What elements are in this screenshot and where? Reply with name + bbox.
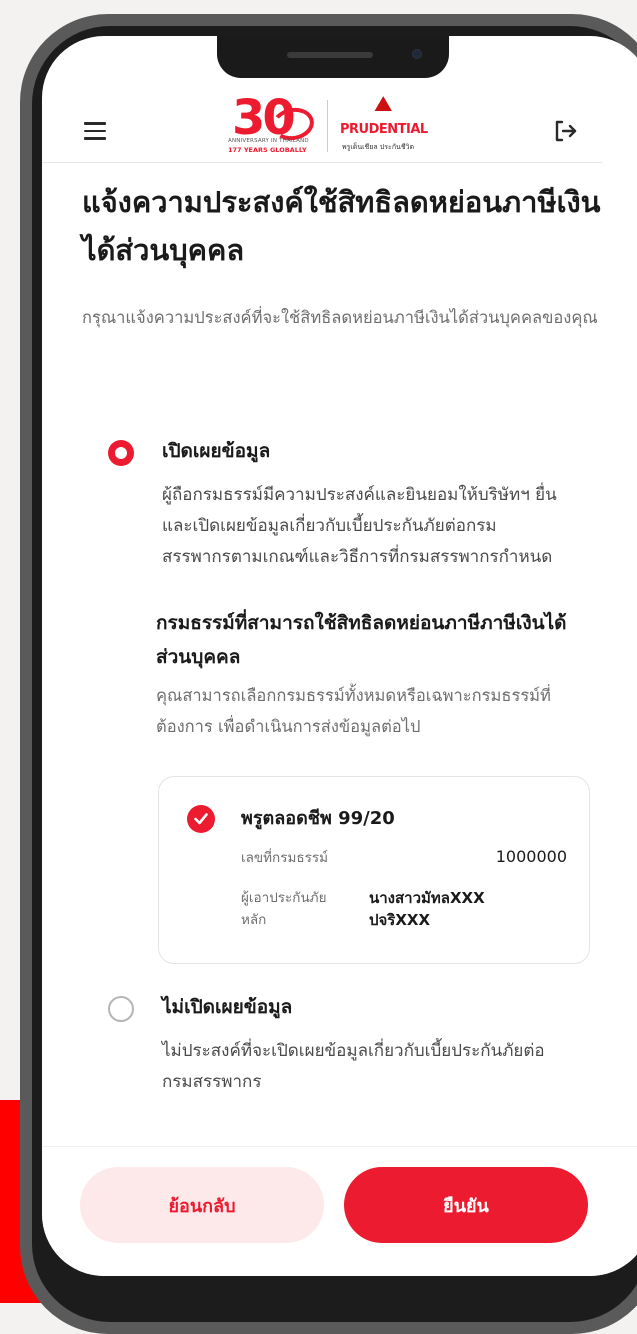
back-button[interactable]: ย้อนกลับ xyxy=(80,1167,324,1243)
page-heading: แจ้งความประสงค์ใช้สิทธิลดหย่อนภาษีเงินได… xyxy=(82,178,602,333)
hamburger-menu-icon[interactable] xyxy=(84,122,106,140)
page-subtitle: กรุณาแจ้งความประสงค์ที่จะใช้สิทธิลดหย่อน… xyxy=(82,308,598,327)
phone-screen: 30 ANNIVERSARY IN THAILAND 177 YEARS GLO… xyxy=(42,36,637,1276)
radio-not-disclose[interactable] xyxy=(108,996,134,1022)
option-disclose-description: ผู้ถือกรมธรรม์มีความประสงค์และยินยอมให้บ… xyxy=(162,485,557,567)
policy-number-label: เลขที่กรมธรรม์ xyxy=(241,850,328,866)
insured-label: ผู้เอาประกันภัยหลัก xyxy=(241,890,327,928)
checkbox-checked-icon[interactable] xyxy=(187,805,215,833)
policy-number-value: 1000000 xyxy=(495,847,567,866)
policy-name: พรูตลอดชีพ 99/20 xyxy=(241,808,395,829)
radio-disclose[interactable] xyxy=(108,440,134,466)
option-not-disclose-description: ไม่ประสงค์ที่จะเปิดเผยข้อมูลเกี่ยวกับเบี… xyxy=(162,1041,545,1092)
front-camera xyxy=(413,50,421,58)
logout-icon[interactable] xyxy=(552,118,578,144)
insured-value: นางสาวมัทลXXX ปจริXXX xyxy=(369,889,485,929)
footer-action-bar: ย้อนกลับ ยืนยัน xyxy=(42,1146,637,1276)
speaker-grille xyxy=(287,52,373,58)
option-not-disclose-label[interactable]: ไม่เปิดเผยข้อมูล xyxy=(162,992,292,1022)
page-title: แจ้งความประสงค์ใช้สิทธิลดหย่อนภาษีเงินได… xyxy=(82,185,601,267)
option-disclose-label[interactable]: เปิดเผยข้อมูล xyxy=(162,436,270,466)
eligible-policies-description: คุณสามารถเลือกกรมธรรม์ทั้งหมดหรือเฉพาะกร… xyxy=(156,686,551,736)
anniversary-30-logo: 30 ANNIVERSARY IN THAILAND 177 YEARS GLO… xyxy=(228,90,326,158)
prudential-logo: ⛰ PRUDENTIAL พรูเด็นเชียล ประกันชีวิต xyxy=(340,92,428,151)
phone-notch xyxy=(217,36,449,78)
eligible-policies-title: กรมธรรม์ที่สามารถใช้สิทธิลดหย่อนภาษีภาษี… xyxy=(156,612,567,668)
logo-divider xyxy=(327,100,328,152)
confirm-button[interactable]: ยืนยัน xyxy=(344,1167,588,1243)
app-header: 30 ANNIVERSARY IN THAILAND 177 YEARS GLO… xyxy=(42,88,602,163)
prudential-rock-icon: ⛰ xyxy=(374,92,393,117)
policy-card[interactable]: พรูตลอดชีพ 99/20 เลขที่กรมธรรม์ 1000000 … xyxy=(158,776,590,964)
